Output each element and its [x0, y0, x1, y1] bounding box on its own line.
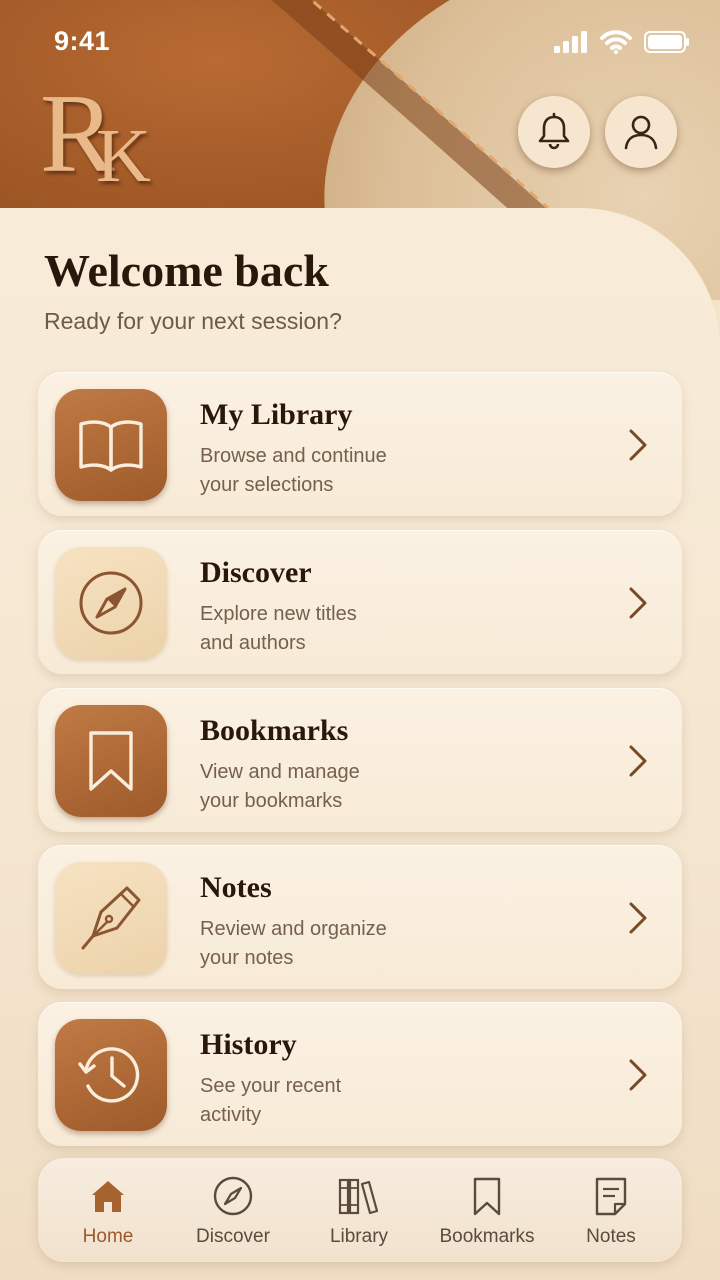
chevron-right-icon — [629, 587, 647, 619]
user-icon — [624, 115, 658, 150]
bookmarks-card[interactable]: Bookmarks View and manage your bookmarks — [38, 688, 682, 832]
tab-notes[interactable]: Notes — [547, 1158, 675, 1262]
tab-notes-label: Notes — [586, 1226, 636, 1247]
desc-line-2: and authors — [200, 632, 306, 654]
desc-line-1: View and manage — [200, 761, 360, 783]
my-library-description: Browse and continue your selections — [200, 442, 480, 500]
compass-icon — [213, 1176, 253, 1216]
books-icon — [338, 1178, 379, 1215]
wifi-icon — [600, 30, 632, 54]
tab-library-label: Library — [329, 1226, 389, 1247]
tab-home[interactable]: Home — [44, 1158, 172, 1262]
history-title: History — [200, 1028, 297, 1061]
history-card[interactable]: History See your recent activity — [38, 1002, 682, 1146]
compass-icon — [79, 571, 143, 635]
status-time: 9:41 — [54, 26, 111, 56]
bookmark-icon — [473, 1177, 501, 1216]
bookmarks-icon-tile — [55, 705, 167, 817]
desc-line-1: See your recent — [200, 1075, 342, 1097]
discover-title: Discover — [200, 556, 312, 589]
discover-card[interactable]: Discover Explore new titles and authors — [38, 530, 682, 674]
tab-discover-label: Discover — [196, 1226, 270, 1247]
pen-nib-icon — [81, 886, 141, 950]
profile-button[interactable] — [605, 96, 677, 168]
home-icon — [92, 1181, 124, 1212]
desc-line-2: your bookmarks — [200, 790, 343, 812]
history-icon-tile — [55, 1019, 167, 1131]
notes-card[interactable]: Notes Review and organize your notes — [38, 845, 682, 989]
tab-library[interactable]: Library — [295, 1158, 423, 1262]
desc-line-2: your selections — [200, 474, 334, 496]
desc-line-2: your notes — [200, 947, 294, 969]
battery-icon — [644, 31, 689, 53]
tab-home-label: Home — [82, 1226, 134, 1247]
chevron-right-icon — [629, 429, 647, 461]
discover-icon-tile — [55, 547, 167, 659]
bookmarks-description: View and manage your bookmarks — [200, 758, 480, 816]
bottom-tab-bar: Home Discover Library Bookmarks Notes — [38, 1158, 682, 1262]
notes-icon-tile — [55, 862, 167, 974]
my-library-icon-tile — [55, 389, 167, 501]
notifications-button[interactable] — [518, 96, 590, 168]
page-title: Welcome back — [44, 245, 329, 296]
status-icons — [554, 30, 690, 54]
note-icon — [595, 1177, 627, 1216]
notes-description: Review and organize your notes — [200, 915, 480, 973]
open-book-icon — [79, 420, 143, 472]
page-subtitle: Ready for your next session? — [44, 308, 342, 334]
bell-icon — [538, 112, 570, 150]
my-library-title: My Library — [200, 398, 353, 431]
bookmarks-title: Bookmarks — [200, 714, 349, 747]
tab-bookmarks[interactable]: Bookmarks — [423, 1158, 551, 1262]
brand-logo: RK — [40, 72, 151, 198]
discover-description: Explore new titles and authors — [200, 600, 480, 658]
chevron-right-icon — [629, 902, 647, 934]
chevron-right-icon — [629, 745, 647, 777]
notes-title: Notes — [200, 871, 272, 904]
desc-line-1: Browse and continue — [200, 445, 387, 467]
tab-bookmarks-label: Bookmarks — [439, 1226, 535, 1247]
desc-line-1: Explore new titles — [200, 603, 357, 625]
desc-line-2: activity — [200, 1104, 262, 1126]
cellular-signal-icon — [554, 31, 587, 53]
tab-discover[interactable]: Discover — [169, 1158, 297, 1262]
my-library-card[interactable]: My Library Browse and continue your sele… — [38, 372, 682, 516]
desc-line-1: Review and organize — [200, 918, 387, 940]
history-clock-icon — [78, 1047, 140, 1103]
bookmark-icon — [89, 731, 133, 791]
chevron-right-icon — [629, 1059, 647, 1091]
history-description: See your recent activity — [200, 1072, 480, 1130]
